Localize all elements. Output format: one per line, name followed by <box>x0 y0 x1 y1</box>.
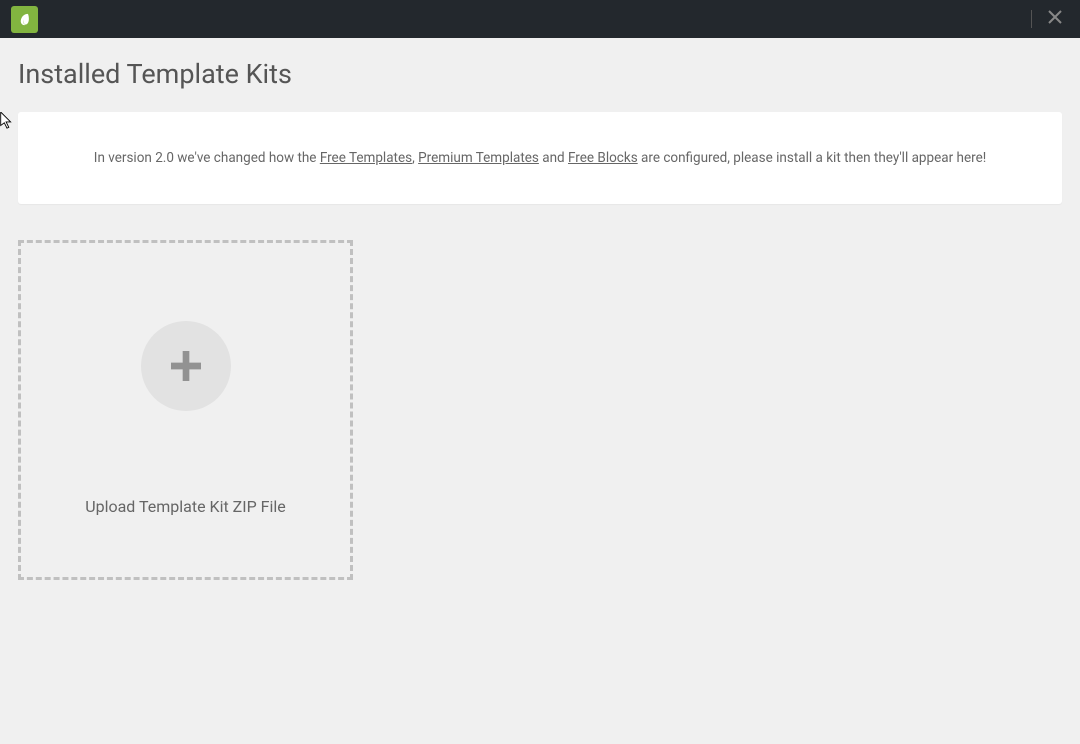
notice-prefix: In version 2.0 we've changed how the <box>94 150 320 166</box>
plus-icon <box>166 346 206 386</box>
notice-suffix: are configured, please install a kit the… <box>638 150 987 166</box>
upload-plus-circle <box>141 321 231 411</box>
top-bar <box>0 0 1080 38</box>
page-title: Installed Template Kits <box>18 58 1062 90</box>
premium-templates-link[interactable]: Premium Templates <box>418 150 539 166</box>
notice-sep2: and <box>539 150 568 166</box>
leaf-icon <box>17 12 32 27</box>
free-blocks-link[interactable]: Free Blocks <box>568 150 638 166</box>
topbar-right <box>1031 6 1066 32</box>
content-area: Installed Template Kits In version 2.0 w… <box>0 38 1080 600</box>
close-button[interactable] <box>1044 6 1066 32</box>
topbar-divider <box>1031 10 1032 28</box>
upload-template-kit-card[interactable]: Upload Template Kit ZIP File <box>18 240 353 580</box>
upload-label: Upload Template Kit ZIP File <box>85 497 286 516</box>
envato-logo[interactable] <box>11 6 38 33</box>
free-templates-link[interactable]: Free Templates <box>320 150 412 166</box>
notice-text: In version 2.0 we've changed how the Fre… <box>42 148 1038 168</box>
notice-box: In version 2.0 we've changed how the Fre… <box>18 112 1062 204</box>
close-icon <box>1048 10 1062 24</box>
